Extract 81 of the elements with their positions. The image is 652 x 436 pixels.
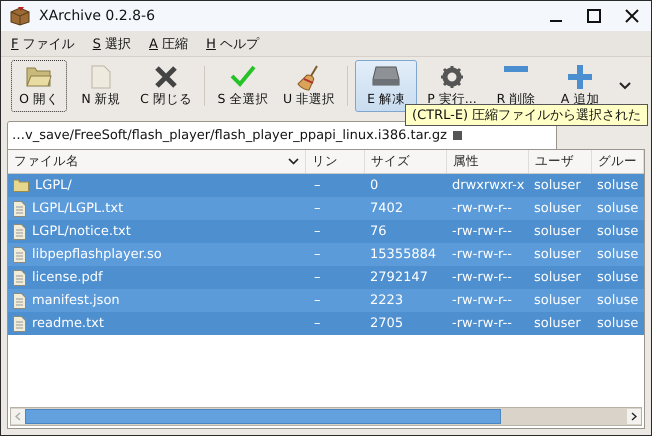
table-cell: license.pdf: [32, 270, 103, 285]
column-header[interactable]: グルー: [598, 153, 637, 170]
file-icon: [13, 224, 26, 240]
document-icon: [91, 65, 111, 89]
sort-chevron-icon: [288, 158, 299, 165]
table-cell: 2792147: [370, 270, 428, 285]
scrollbar-thumb[interactable]: [25, 409, 501, 424]
menu-item[interactable]: S 選択: [92, 34, 132, 52]
table-cell: –: [314, 224, 320, 239]
table-cell: –: [314, 316, 320, 331]
menu-item[interactable]: F ファイル: [11, 34, 75, 52]
table-cell: soluser: [534, 316, 581, 331]
tooltip: (CTRL-E) 圧縮ファイルから選択された: [405, 104, 648, 126]
toolbar-button[interactable]: O 開く: [11, 60, 67, 112]
menu-item[interactable]: A 圧縮: [149, 34, 188, 52]
table-cell: 2223: [370, 293, 404, 308]
table-cell: soluse: [597, 247, 638, 262]
table-cell: -rw-rw-r--: [452, 316, 512, 331]
file-icon: [13, 200, 26, 216]
table-cell: 0: [370, 178, 378, 193]
table-cell: 76: [370, 224, 387, 239]
table-cell: libpepflashplayer.so: [32, 247, 162, 262]
table-cell: LGPL/notice.txt: [32, 224, 131, 239]
table-cell: soluse: [597, 178, 638, 193]
table-cell: soluse: [597, 201, 638, 216]
table-cell: soluse: [597, 224, 638, 239]
file-icon: [13, 246, 26, 262]
table-cell: LGPL/LGPL.txt: [32, 201, 124, 216]
box-icon: [9, 6, 31, 26]
chevron-icon[interactable]: [619, 82, 631, 90]
table-cell: –: [314, 201, 320, 216]
column-header[interactable]: ユーザ: [535, 153, 585, 170]
file-icon: [13, 316, 26, 332]
scroll-right-icon[interactable]: [627, 409, 641, 424]
table-cell: –: [314, 178, 320, 193]
column-header[interactable]: リン: [312, 153, 358, 170]
tab-label: …v_save/FreeSoft/flash_player/flash_player_ppapi_linux.i386.tar.gz: [12, 128, 447, 143]
table-cell: soluser: [534, 178, 581, 193]
table-cell: soluser: [534, 270, 581, 285]
table-cell: manifest.json: [32, 293, 120, 308]
gear-icon: [440, 65, 464, 89]
hard-drive-icon: [372, 65, 400, 87]
table-cell: 2705: [370, 316, 404, 331]
checkmark-icon: [230, 65, 256, 87]
table-cell: drwxrwxr-x: [452, 178, 524, 193]
table-cell: soluse: [597, 293, 638, 308]
table-cell: soluser: [534, 293, 581, 308]
toolbar-button[interactable]: N 新規: [71, 60, 131, 112]
table-cell: -rw-rw-r--: [452, 224, 512, 239]
table-cell: -rw-rw-r--: [452, 247, 512, 262]
toolbar-button[interactable]: U 非選択: [278, 60, 340, 112]
table-cell: soluser: [534, 247, 581, 262]
table-cell: -rw-rw-r--: [452, 270, 512, 285]
table-cell: soluse: [597, 316, 638, 331]
table-cell: -rw-rw-r--: [452, 201, 512, 216]
table-cell: LGPL/: [35, 178, 72, 193]
table-cell: –: [314, 270, 320, 285]
plus-icon: [568, 65, 592, 89]
window-title: XArchive 0.2.8-6: [39, 8, 156, 24]
file-icon: [13, 270, 26, 286]
table-cell: 15355884: [370, 247, 436, 262]
table-cell: soluse: [597, 270, 638, 285]
table-cell: –: [314, 293, 320, 308]
table-cell: soluser: [534, 224, 581, 239]
column-header[interactable]: ファイル名: [14, 153, 288, 170]
table-cell: readme.txt: [32, 316, 104, 331]
column-header[interactable]: サイズ: [371, 153, 440, 170]
table-cell: -rw-rw-r--: [452, 293, 512, 308]
toolbar-button[interactable]: S 全選択: [212, 60, 274, 112]
column-header[interactable]: 属性: [453, 153, 522, 170]
toolbar-button[interactable]: C 閉じる: [135, 60, 197, 112]
table-cell: soluser: [534, 201, 581, 216]
file-icon: [13, 292, 26, 308]
minus-icon: [504, 65, 528, 73]
table-cell: 7402: [370, 201, 404, 216]
maximize-icon[interactable]: [587, 9, 601, 23]
menu-item[interactable]: H ヘルプ: [206, 34, 259, 52]
archive-tab[interactable]: …v_save/FreeSoft/flash_player/flash_player_ppapi_linux.i386.tar.gz: [7, 121, 557, 149]
folder-icon: [26, 65, 52, 87]
folder-icon: [13, 179, 29, 192]
table-cell: –: [314, 247, 320, 262]
